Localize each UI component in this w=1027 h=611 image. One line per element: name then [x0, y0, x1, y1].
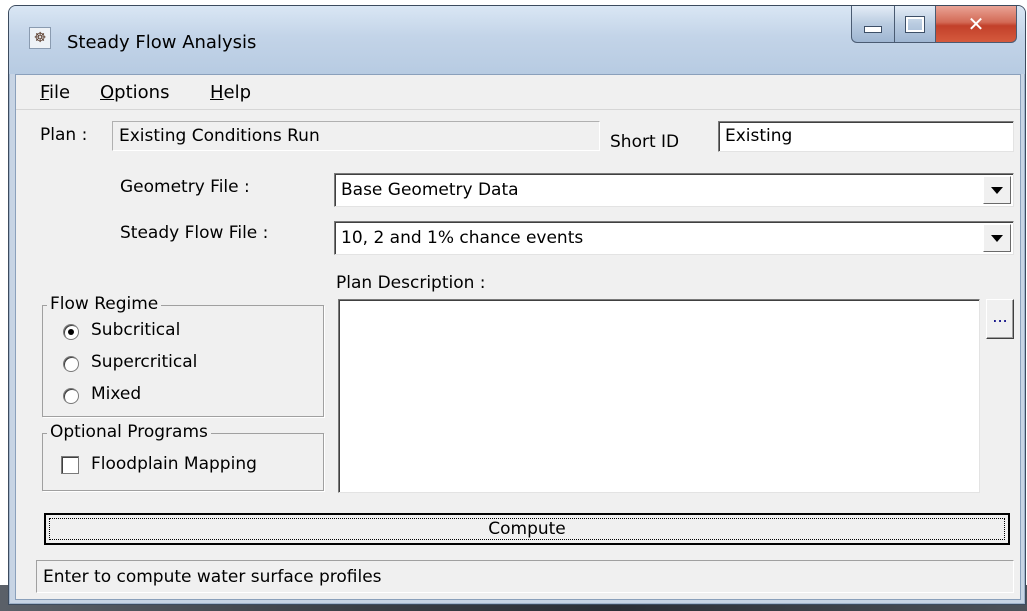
focus-rectangle	[49, 518, 1005, 540]
flow-regime-title: Flow Regime	[47, 294, 162, 314]
short-id-field[interactable]: Existing	[718, 121, 1014, 152]
geometry-dropdown-arrow[interactable]	[983, 176, 1011, 204]
client-area: File Options Help Plan : Existing Condit…	[15, 74, 1021, 600]
menu-file[interactable]: File	[40, 82, 70, 103]
plan-description-textarea[interactable]	[338, 299, 980, 493]
chevron-down-icon	[991, 234, 1003, 242]
steady-flow-window: ☸ Steady Flow Analysis ✕ File Options He…	[8, 5, 1026, 605]
mixed-label[interactable]: Mixed	[91, 384, 141, 404]
floodplain-mapping-checkbox[interactable]	[61, 456, 79, 474]
plan-description-label: Plan Description :	[336, 273, 486, 293]
floodplain-mapping-label[interactable]: Floodplain Mapping	[91, 454, 257, 474]
close-button[interactable]: ✕	[936, 6, 1017, 43]
minimize-icon	[864, 25, 882, 33]
caption-buttons: ✕	[851, 6, 1017, 46]
steady-flow-file-label: Steady Flow File :	[120, 223, 269, 243]
maximize-icon	[905, 15, 925, 33]
radio-supercritical[interactable]	[63, 356, 79, 372]
compute-button[interactable]: Compute	[44, 513, 1010, 545]
title-bar[interactable]: ☸ Steady Flow Analysis ✕	[9, 6, 1025, 74]
minimize-button[interactable]	[851, 6, 895, 43]
chevron-down-icon	[991, 186, 1003, 194]
supercritical-label[interactable]: Supercritical	[91, 352, 197, 372]
window-title: Steady Flow Analysis	[67, 32, 257, 53]
description-browse-button[interactable]: ...	[986, 299, 1014, 339]
steady-flow-file-dropdown[interactable]: 10, 2 and 1% chance events	[334, 221, 1014, 255]
steady-flow-file-value: 10, 2 and 1% chance events	[341, 228, 584, 248]
radio-mixed[interactable]	[63, 388, 79, 404]
geometry-file-dropdown[interactable]: Base Geometry Data	[334, 173, 1014, 207]
steady-flow-dropdown-arrow[interactable]	[983, 224, 1011, 252]
radio-selected-dot	[68, 329, 74, 335]
plan-name-field: Existing Conditions Run	[112, 121, 600, 151]
menu-help[interactable]: Help	[210, 82, 251, 103]
app-icon[interactable]: ☸	[29, 27, 51, 49]
optional-programs-title: Optional Programs	[47, 422, 211, 442]
flow-regime-group: Flow Regime Subcritical Supercritical Mi…	[42, 294, 324, 417]
plan-label: Plan :	[40, 125, 88, 145]
optional-programs-group: Optional Programs Floodplain Mapping	[42, 422, 324, 491]
maximize-button[interactable]	[895, 6, 936, 43]
close-icon: ✕	[967, 12, 985, 36]
geometry-file-value: Base Geometry Data	[341, 180, 519, 200]
radio-subcritical[interactable]	[63, 324, 79, 340]
menu-bar: File Options Help	[16, 75, 1020, 110]
geometry-file-label: Geometry File :	[120, 177, 250, 197]
subcritical-label[interactable]: Subcritical	[91, 320, 180, 340]
short-id-label: Short ID	[610, 132, 680, 152]
status-bar: Enter to compute water surface profiles	[36, 560, 1014, 593]
menu-options[interactable]: Options	[100, 82, 169, 103]
